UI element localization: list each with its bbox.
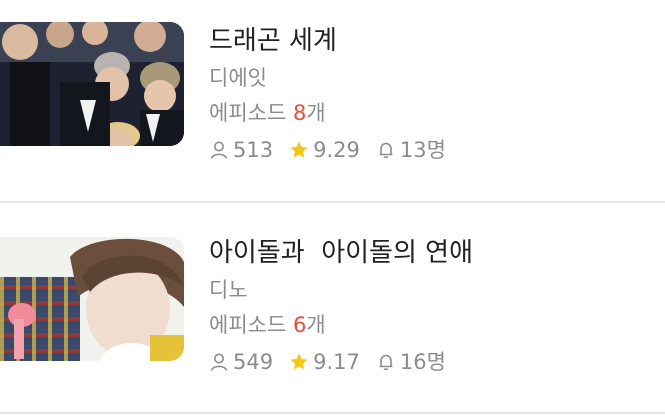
divider <box>0 412 665 414</box>
item-stats: 549 9.17 16명 <box>209 348 473 376</box>
views-stat: 549 <box>209 348 273 376</box>
person-icon <box>210 141 228 159</box>
item-author: 디에잇 <box>209 66 267 90</box>
views-count: 513 <box>233 138 274 162</box>
thumbnail-image[interactable] <box>0 22 184 146</box>
item-title[interactable]: 아이돌과 아이돌의 연애 <box>209 236 473 270</box>
list-item[interactable]: 드래곤 세계 디에잇 에피소드 8개 513 9.29 13명 <box>0 0 665 200</box>
rating-stat: 9.17 <box>289 348 360 376</box>
subscribers-count: 13명 <box>399 138 446 162</box>
episode-count: 에피소드 6개 <box>209 311 473 339</box>
item-info: 아이돌과 아이돌의 연애 디노 에피소드 6개 549 9.17 16명 <box>209 236 473 376</box>
bell-icon <box>379 142 393 159</box>
episode-unit: 개 <box>306 101 326 125</box>
episode-unit: 개 <box>306 313 326 337</box>
star-icon <box>290 141 308 158</box>
bell-icon <box>379 354 393 371</box>
item-author: 디노 <box>209 278 248 302</box>
item-stats: 513 9.29 13명 <box>209 136 462 164</box>
rating-value: 9.29 <box>313 138 360 162</box>
episode-number: 6 <box>292 313 307 337</box>
subscribers-count: 16명 <box>399 350 446 374</box>
views-stat: 513 <box>209 136 273 164</box>
episode-label: 에피소드 <box>209 101 287 125</box>
rating-stat: 9.29 <box>289 136 360 164</box>
thumbnail-image[interactable] <box>0 237 184 361</box>
list-item[interactable]: 아이돌과 아이돌의 연애 디노 에피소드 6개 549 9.17 16명 <box>0 203 665 403</box>
item-title[interactable]: 드래곤 세계 <box>209 24 462 58</box>
episode-label: 에피소드 <box>209 313 287 337</box>
views-count: 549 <box>233 350 274 374</box>
item-info: 드래곤 세계 디에잇 에피소드 8개 513 9.29 13명 <box>209 24 462 164</box>
subscribers-stat: 16명 <box>376 348 446 376</box>
star-icon <box>290 353 308 370</box>
rating-value: 9.17 <box>313 350 360 374</box>
episode-count: 에피소드 8개 <box>209 99 462 127</box>
subscribers-stat: 13명 <box>376 136 446 164</box>
person-icon <box>210 353 228 371</box>
episode-number: 8 <box>292 101 307 125</box>
